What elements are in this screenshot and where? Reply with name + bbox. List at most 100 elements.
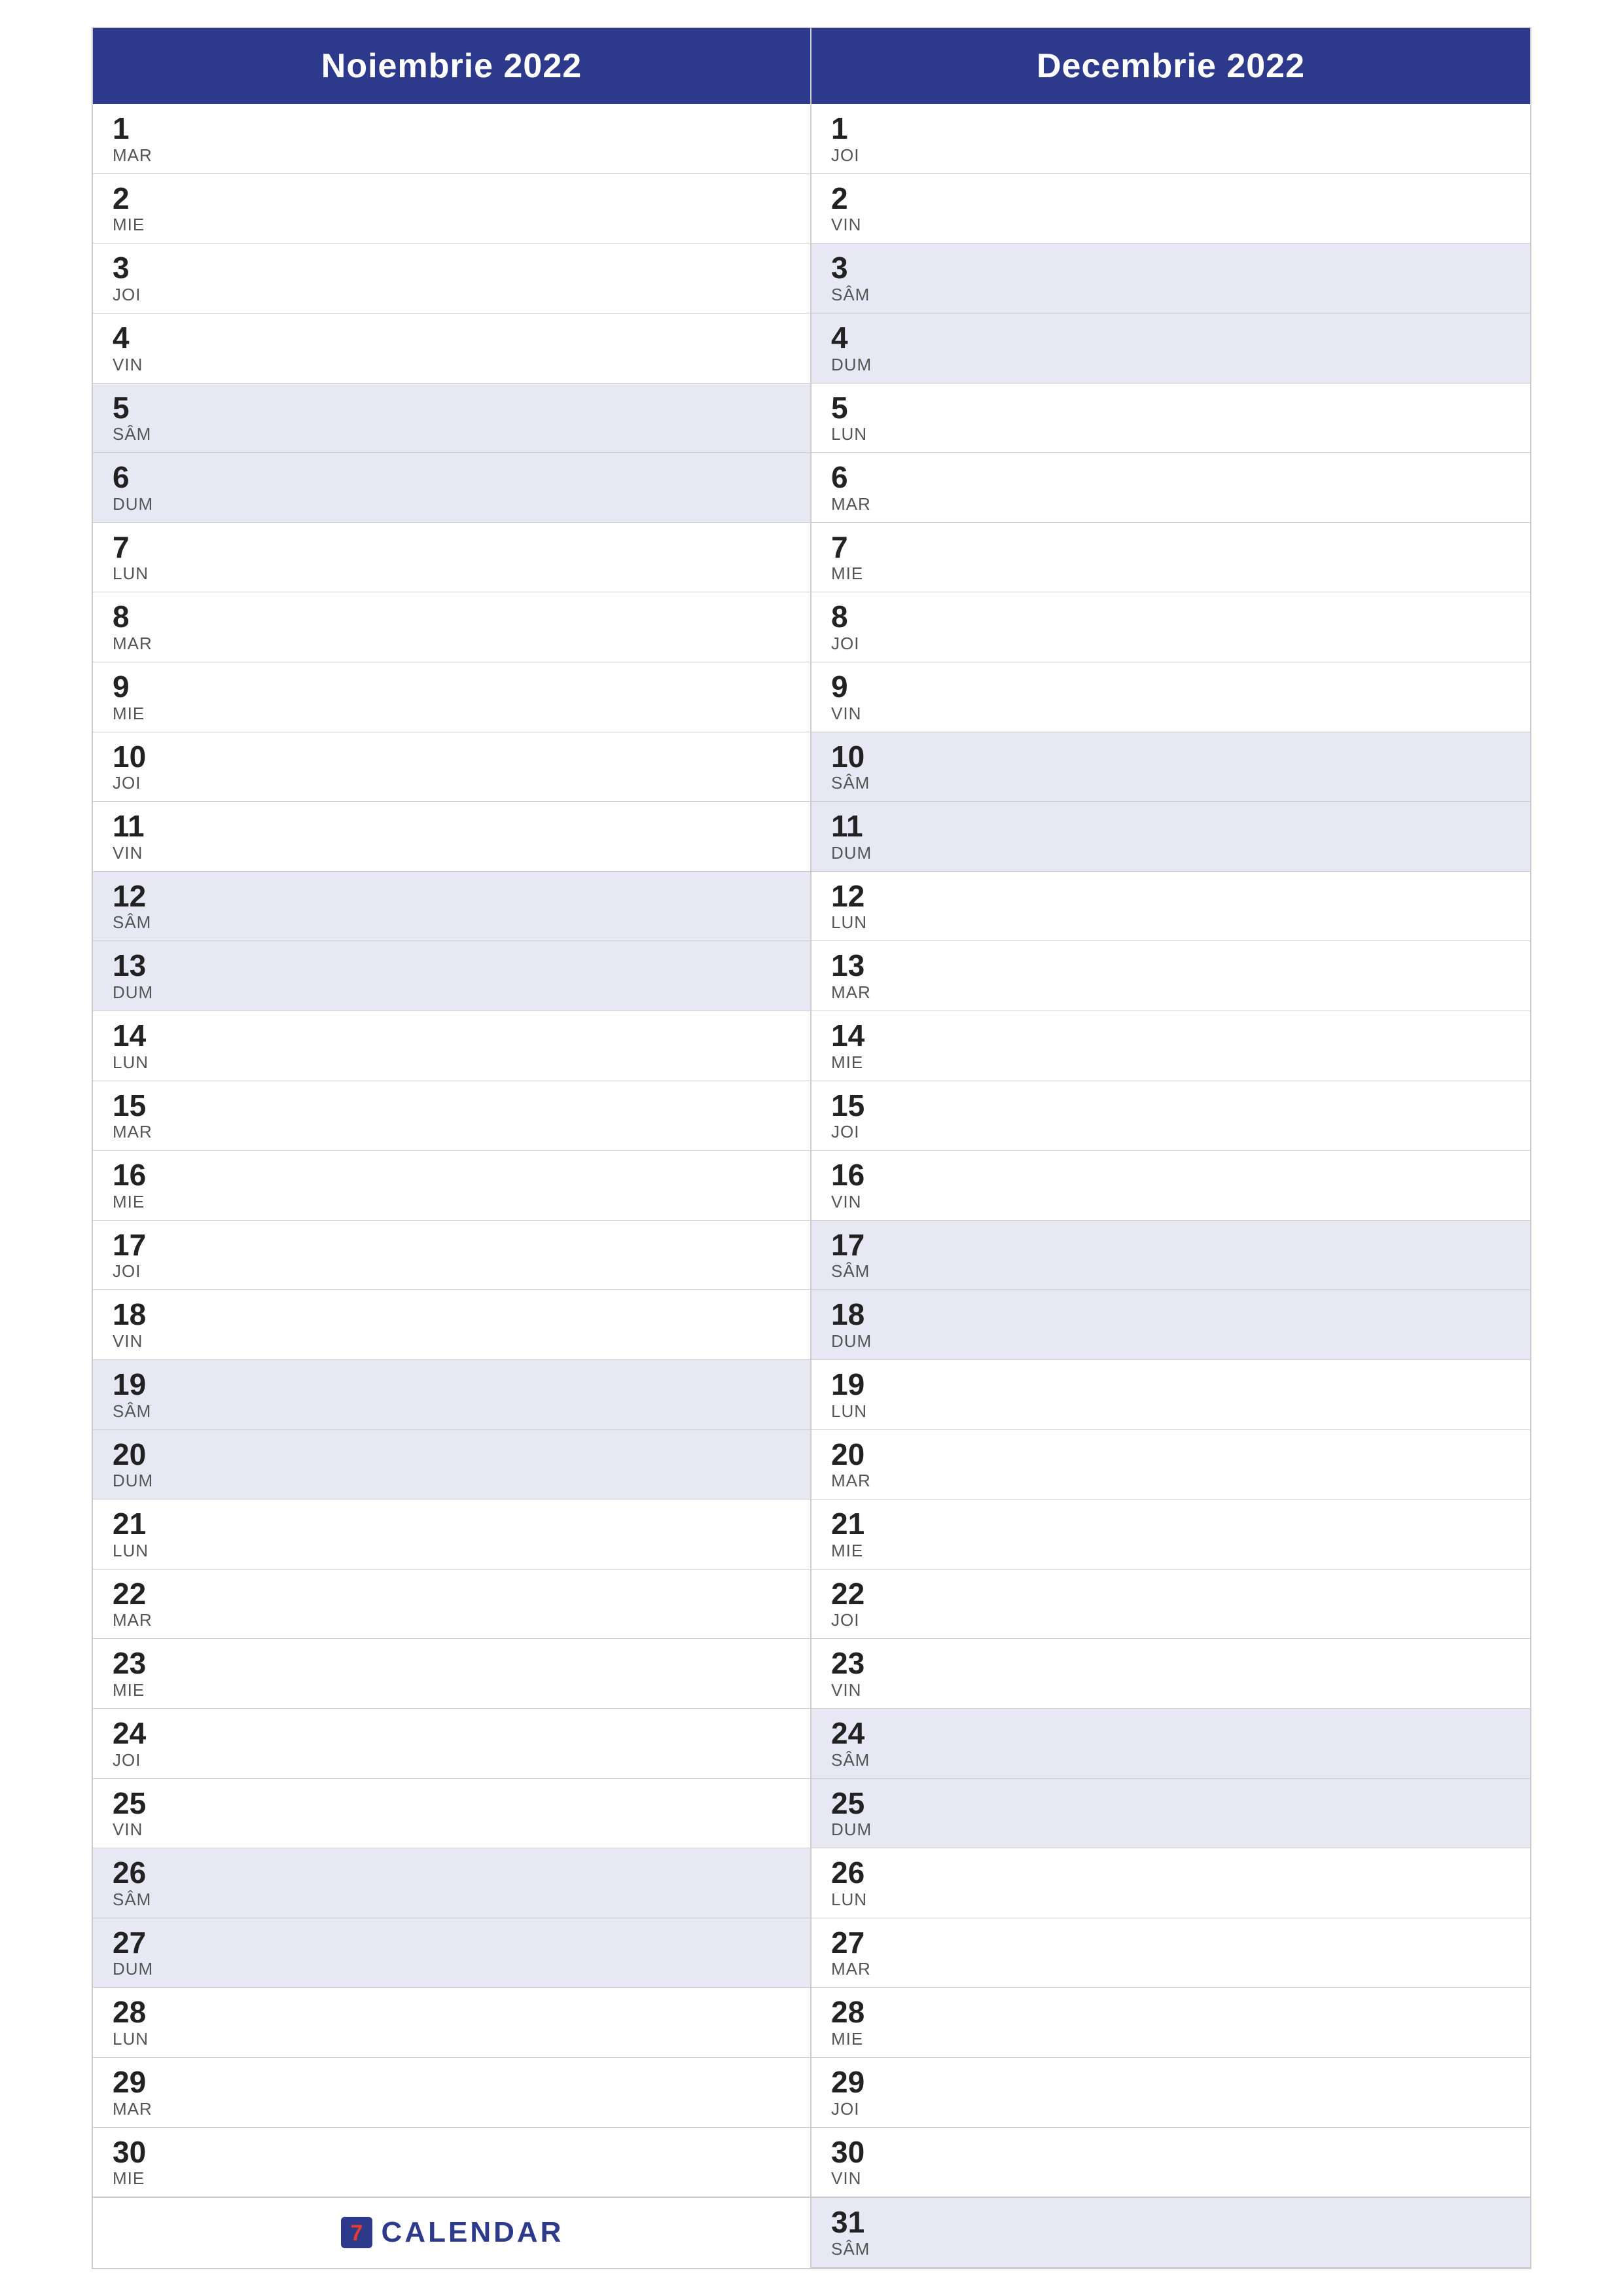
day-number: 7 — [831, 531, 1510, 564]
day-number: 22 — [831, 1577, 1510, 1611]
logo-text: CALENDAR — [382, 2216, 564, 2249]
dec-day-24: 24SÂM — [812, 1709, 1530, 1779]
nov-day-13: 13DUM — [93, 941, 810, 1011]
dec-day-11: 11DUM — [812, 802, 1530, 872]
day-number: 25 — [113, 1787, 791, 1820]
day-name: SÂM — [831, 773, 1510, 793]
dec-day-15: 15JOI — [812, 1081, 1530, 1151]
day-name: MAR — [113, 145, 791, 166]
day-name: JOI — [831, 1610, 1510, 1630]
day-number: 29 — [831, 2066, 1510, 2099]
day-number: 28 — [113, 1996, 791, 2029]
dec-day-17: 17SÂM — [812, 1221, 1530, 1291]
dec-day-29: 29JOI — [812, 2058, 1530, 2128]
day-number: 17 — [113, 1229, 791, 1262]
day-name: LUN — [831, 1890, 1510, 1910]
day-name: LUN — [831, 1401, 1510, 1422]
calendar-logo-icon: 7 — [340, 2215, 374, 2250]
day-number: 2 — [831, 182, 1510, 215]
day-number: 22 — [113, 1577, 791, 1611]
day-name: LUN — [831, 912, 1510, 933]
day-name: MIE — [831, 564, 1510, 584]
day-name: SÂM — [113, 1890, 791, 1910]
dec-day-22: 22JOI — [812, 1570, 1530, 1640]
day-name: JOI — [113, 773, 791, 793]
day-number: 14 — [113, 1019, 791, 1052]
day-name: LUN — [113, 1052, 791, 1073]
nov-day-21: 21LUN — [93, 1499, 810, 1570]
day-number: 18 — [831, 1298, 1510, 1331]
december-header: Decembrie 2022 — [812, 28, 1530, 104]
day-number: 6 — [113, 461, 791, 494]
page: Noiembrie 2022 Decembrie 2022 1MAR2MIE3J… — [0, 0, 1623, 2296]
day-number: 31 — [831, 2206, 1510, 2239]
day-number: 10 — [113, 740, 791, 774]
dec-day-19: 19LUN — [812, 1360, 1530, 1430]
day-name: MIE — [113, 1192, 791, 1212]
day-number: 1 — [831, 112, 1510, 145]
dec-day-30: 30VIN — [812, 2128, 1530, 2198]
footer-logo-cell: 7 CALENDAR — [93, 2198, 812, 2268]
day-number: 27 — [831, 1926, 1510, 1960]
day-name: LUN — [831, 424, 1510, 444]
nov-day-26: 26SÂM — [93, 1848, 810, 1918]
dec-day-25: 25DUM — [812, 1779, 1530, 1849]
day-number: 15 — [831, 1089, 1510, 1122]
november-title: Noiembrie 2022 — [321, 47, 582, 85]
day-number: 20 — [113, 1438, 791, 1471]
day-name: MAR — [113, 634, 791, 654]
dec-day-10: 10SÂM — [812, 732, 1530, 802]
day-name: DUM — [831, 355, 1510, 375]
day-name: VIN — [831, 2168, 1510, 2189]
day-name: VIN — [831, 704, 1510, 724]
day-number: 3 — [831, 251, 1510, 285]
day-name: DUM — [831, 1820, 1510, 1840]
nov-day-20: 20DUM — [93, 1430, 810, 1500]
day-name: MIE — [113, 1680, 791, 1700]
day-number: 29 — [113, 2066, 791, 2099]
day-number: 28 — [831, 1996, 1510, 2029]
calendar-wrapper: Noiembrie 2022 Decembrie 2022 1MAR2MIE3J… — [92, 27, 1531, 2269]
day-number: 19 — [831, 1368, 1510, 1401]
dec-day-7: 7MIE — [812, 523, 1530, 593]
day-number: 10 — [831, 740, 1510, 774]
dec-day-18: 18DUM — [812, 1290, 1530, 1360]
day-name: DUM — [831, 1331, 1510, 1352]
nov-day-22: 22MAR — [93, 1570, 810, 1640]
nov-day-3: 3JOI — [93, 243, 810, 314]
day-number: 19 — [113, 1368, 791, 1401]
day-number: 11 — [113, 810, 791, 843]
dec-day-3: 3SÂM — [812, 243, 1530, 314]
nov-day-28: 28LUN — [93, 1988, 810, 2058]
december-title: Decembrie 2022 — [1037, 47, 1305, 85]
day-number: 26 — [113, 1856, 791, 1890]
day-name: SÂM — [831, 285, 1510, 305]
nov-day-27: 27DUM — [93, 1918, 810, 1988]
day-name: JOI — [831, 634, 1510, 654]
nov-day-19: 19SÂM — [93, 1360, 810, 1430]
day-name: SÂM — [113, 912, 791, 933]
day-number: 24 — [831, 1717, 1510, 1750]
nov-day-18: 18VIN — [93, 1290, 810, 1360]
day-name: VIN — [113, 843, 791, 863]
day-number: 24 — [113, 1717, 791, 1750]
day-name: JOI — [113, 285, 791, 305]
day-name: MIE — [831, 1541, 1510, 1561]
nov-day-29: 29MAR — [93, 2058, 810, 2128]
day-number: 23 — [113, 1647, 791, 1680]
day-number: 1 — [113, 112, 791, 145]
dec-day-23: 23VIN — [812, 1639, 1530, 1709]
day-number: 30 — [831, 2136, 1510, 2169]
footer-area: 7 CALENDAR 31SÂM — [93, 2197, 1530, 2268]
day-number: 15 — [113, 1089, 791, 1122]
day-number: 5 — [831, 391, 1510, 425]
nov-day-11: 11VIN — [93, 802, 810, 872]
dec-day-6: 6MAR — [812, 453, 1530, 523]
nov-day-6: 6DUM — [93, 453, 810, 523]
day-name: SÂM — [831, 1750, 1510, 1770]
day-number: 16 — [113, 1158, 791, 1192]
day-name: DUM — [113, 1471, 791, 1491]
day-name: MIE — [831, 2029, 1510, 2049]
dec-day-26: 26LUN — [812, 1848, 1530, 1918]
day-number: 21 — [113, 1507, 791, 1541]
